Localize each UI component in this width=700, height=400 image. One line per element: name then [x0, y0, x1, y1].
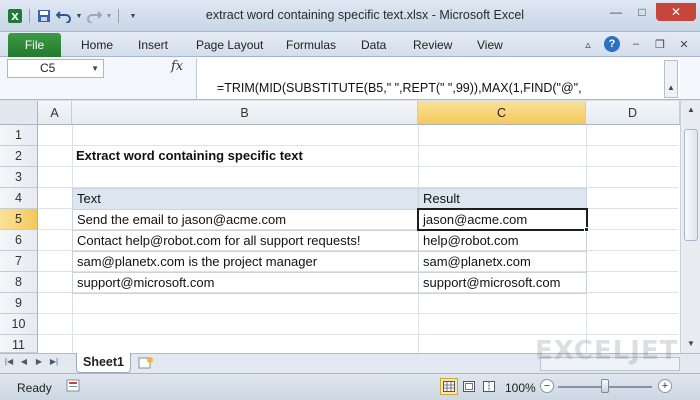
table-cell-result[interactable]: sam@planetx.com [418, 251, 587, 273]
undo-dropdown-icon[interactable]: ▼ [75, 7, 83, 25]
row-header-6[interactable]: 6 [0, 230, 38, 251]
row-header-11[interactable]: 11 [0, 335, 38, 353]
toolbar-separator [29, 9, 30, 23]
name-box[interactable]: C5 ▼ [7, 59, 104, 78]
scroll-up-icon[interactable]: ▲ [684, 103, 698, 117]
excel-logo-icon[interactable]: X [6, 7, 24, 25]
select-all-corner[interactable] [0, 101, 38, 125]
redo-dropdown-icon[interactable]: ▼ [105, 7, 113, 25]
last-sheet-icon[interactable]: ▶| [49, 357, 59, 366]
table-header-result[interactable]: Result [418, 188, 587, 210]
active-cell-selection[interactable] [417, 208, 588, 231]
workbook-minimize-icon[interactable]: – [628, 36, 644, 52]
row-header-3[interactable]: 3 [0, 167, 38, 188]
close-button[interactable]: ✕ [656, 3, 696, 21]
vertical-scrollbar[interactable]: ▲ ▼ [680, 101, 700, 353]
maximize-button[interactable]: □ [630, 3, 654, 21]
tab-page-layout[interactable]: Page Layout [196, 38, 263, 52]
quick-access-toolbar: X ▼ ▼ ▼ [6, 6, 142, 26]
minimize-button[interactable]: — [604, 3, 628, 21]
table-cell-result[interactable]: help@robot.com [418, 230, 587, 252]
collapse-formula-bar-icon[interactable]: ▲ [664, 60, 678, 98]
gridline [38, 334, 678, 335]
save-icon[interactable] [35, 7, 53, 25]
column-header-c[interactable]: C [418, 101, 586, 125]
customize-toolbar-icon[interactable]: ▼ [124, 7, 142, 25]
row-header-4[interactable]: 4 [0, 188, 38, 209]
ribbon-right-controls: ▵ ? – ❐ ✕ [580, 36, 692, 52]
prev-sheet-icon[interactable]: ◀ [19, 357, 29, 366]
tab-home[interactable]: Home [81, 38, 113, 52]
scroll-down-icon[interactable]: ▼ [684, 337, 698, 351]
redo-icon[interactable] [85, 7, 103, 25]
normal-view-icon[interactable] [440, 378, 458, 395]
status-bar: Ready 100% − + [0, 373, 700, 400]
row-header-5[interactable]: 5 [0, 209, 38, 230]
tab-formulas[interactable]: Formulas [286, 38, 336, 52]
tab-review[interactable]: Review [413, 38, 452, 52]
column-header-b[interactable]: B [72, 101, 418, 125]
table-header-text[interactable]: Text [72, 188, 419, 210]
zoom-slider-thumb[interactable] [601, 379, 609, 393]
sheet-heading[interactable]: Extract word containing specific text [72, 146, 418, 167]
formula-bar: C5 ▼ fx =TRIM(MID(SUBSTITUTE(B5," ",REPT… [0, 57, 700, 114]
row-header-10[interactable]: 10 [0, 314, 38, 335]
row-header-9[interactable]: 9 [0, 293, 38, 314]
workbook-restore-icon[interactable]: ❐ [652, 36, 668, 52]
workbook-close-icon[interactable]: ✕ [676, 36, 692, 52]
row-header-8[interactable]: 8 [0, 272, 38, 293]
undo-icon[interactable] [55, 7, 73, 25]
row-header-7[interactable]: 7 [0, 251, 38, 272]
name-box-dropdown-icon[interactable]: ▼ [91, 60, 99, 77]
status-text: Ready [17, 381, 52, 395]
minimize-ribbon-icon[interactable]: ▵ [580, 36, 596, 52]
window-title: extract word containing specific text.xl… [205, 8, 525, 22]
insert-sheet-icon[interactable] [138, 356, 154, 370]
column-header-a[interactable]: A [38, 101, 72, 125]
macro-recording-icon[interactable] [66, 379, 82, 393]
tab-insert[interactable]: Insert [138, 38, 168, 52]
name-box-value: C5 [40, 61, 56, 75]
tab-data[interactable]: Data [361, 38, 386, 52]
vertical-scroll-thumb[interactable] [684, 129, 698, 241]
fill-handle[interactable] [584, 227, 589, 232]
view-buttons [440, 378, 498, 395]
sheet-tab-sheet1[interactable]: Sheet1 [76, 353, 131, 373]
svg-text:X: X [11, 12, 19, 23]
table-cell-result[interactable]: support@microsoft.com [418, 272, 587, 294]
table-cell-text[interactable]: Contact help@robot.com for all support r… [72, 230, 419, 252]
row-header-2[interactable]: 2 [0, 146, 38, 167]
page-break-view-icon[interactable] [480, 378, 498, 395]
table-cell-text[interactable]: sam@planetx.com is the project manager [72, 251, 419, 273]
gridline [38, 313, 678, 314]
table-cell-text[interactable]: Send the email to jason@acme.com [72, 209, 419, 231]
exceljet-watermark: EXCELJET [535, 336, 679, 366]
zoom-out-button[interactable]: − [540, 379, 554, 393]
toolbar-separator [118, 9, 119, 23]
ribbon-tab-row: File Home Insert Page Layout Formulas Da… [0, 32, 700, 57]
help-icon[interactable]: ? [604, 36, 620, 52]
tab-file[interactable]: File [8, 33, 61, 57]
sheet-nav-buttons: |◀ ◀ ▶ ▶| [4, 357, 59, 366]
tab-view[interactable]: View [477, 38, 503, 52]
next-sheet-icon[interactable]: ▶ [34, 357, 44, 366]
row-header-1[interactable]: 1 [0, 125, 38, 146]
title-bar: X ▼ ▼ ▼ extract word containing specific… [0, 0, 700, 32]
insert-function-icon[interactable]: fx [171, 59, 183, 74]
worksheet-grid: A B C D 1 2 3 4 5 6 7 8 9 10 11 Extract … [0, 101, 700, 353]
formula-input[interactable]: =TRIM(MID(SUBSTITUTE(B5," ",REPT(" ",99)… [196, 58, 680, 114]
zoom-level[interactable]: 100% [505, 381, 536, 395]
first-sheet-icon[interactable]: |◀ [4, 357, 14, 366]
page-layout-view-icon[interactable] [460, 378, 478, 395]
table-cell-text[interactable]: support@microsoft.com [72, 272, 419, 294]
window-controls: — □ ✕ [604, 3, 696, 21]
column-header-d[interactable]: D [586, 101, 680, 125]
zoom-in-button[interactable]: + [658, 379, 672, 393]
